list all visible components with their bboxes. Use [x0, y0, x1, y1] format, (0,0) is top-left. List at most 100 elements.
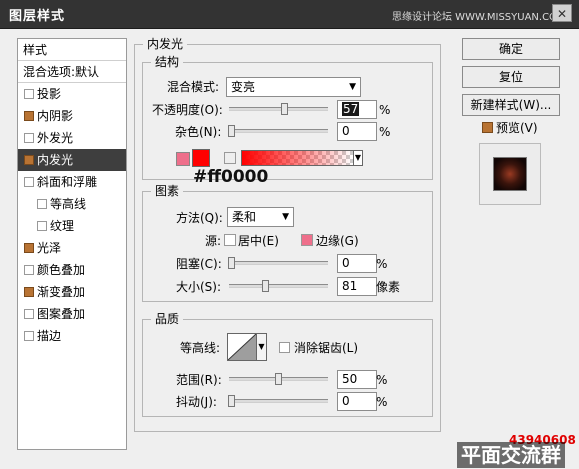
style-checkbox[interactable] [24, 309, 34, 319]
style-list-item-label: 光泽 [37, 241, 62, 255]
contour-label: 等高线: [180, 341, 221, 355]
choke-value: 0 [342, 256, 350, 270]
style-list-item[interactable]: 等高线 [18, 193, 126, 215]
noise-input[interactable]: 0 [337, 122, 377, 141]
style-checkbox[interactable] [37, 199, 47, 209]
style-checkbox[interactable] [24, 155, 34, 165]
title-bar: 图层样式 思缘设计论坛 WWW.MISSYUAN.COM ✕ [0, 0, 579, 29]
style-list-item[interactable]: 内发光 [18, 149, 126, 171]
size-slider-thumb[interactable] [262, 280, 269, 292]
preview-checkbox[interactable] [482, 122, 493, 133]
size-slider[interactable] [229, 280, 328, 292]
style-list-item-label: 斜面和浮雕 [37, 175, 98, 189]
center-radio[interactable] [224, 234, 236, 246]
opacity-value: 57 [342, 102, 360, 116]
size-input[interactable]: 81 [337, 277, 377, 296]
style-list-item-label: 外发光 [37, 131, 74, 145]
noise-unit: % [379, 125, 391, 139]
style-list-item-label: 投影 [37, 87, 62, 101]
glow-color-swatch[interactable] [192, 149, 210, 167]
jitter-label: 抖动(J): [176, 395, 217, 409]
style-list-item[interactable]: 颜色叠加 [18, 259, 126, 281]
style-checkbox[interactable] [24, 89, 34, 99]
noise-value: 0 [342, 124, 350, 138]
style-list-item[interactable]: 图案叠加 [18, 303, 126, 325]
antialias-checkbox[interactable] [279, 342, 290, 353]
style-list-item-label: 颜色叠加 [37, 263, 86, 277]
style-list-item-label: 内阴影 [37, 109, 74, 123]
contour-curve-icon [228, 334, 256, 360]
blend-mode-value: 变亮 [231, 80, 256, 94]
close-icon[interactable]: ✕ [552, 4, 572, 22]
choke-label: 阻塞(C): [176, 257, 222, 271]
style-checkbox[interactable] [24, 133, 34, 143]
style-checkbox[interactable] [24, 331, 34, 341]
range-slider[interactable] [229, 373, 328, 385]
solid-color-radio[interactable] [176, 152, 190, 166]
noise-label: 杂色(N): [175, 125, 222, 139]
chevron-down-icon: ▼ [282, 212, 289, 222]
gradient-dropdown-icon[interactable]: ▼ [353, 150, 363, 166]
method-select[interactable]: 柔和 ▼ [227, 207, 294, 227]
choke-slider-thumb[interactable] [228, 257, 235, 269]
opacity-unit: % [379, 103, 391, 117]
new-style-button[interactable]: 新建样式(W)... [462, 94, 560, 116]
range-value: 50 [342, 372, 358, 386]
style-checkbox[interactable] [24, 177, 34, 187]
opacity-slider[interactable] [229, 103, 328, 115]
styles-header[interactable]: 样式 [18, 39, 126, 61]
gradient-radio[interactable] [224, 152, 236, 164]
style-list-item[interactable]: 投影 [18, 83, 126, 105]
ok-button[interactable]: 确定 [462, 38, 560, 60]
style-checkbox[interactable] [24, 111, 34, 121]
edge-radio[interactable] [301, 234, 313, 246]
structure-title: 结构 [151, 55, 184, 69]
style-checkbox[interactable] [24, 287, 34, 297]
range-unit: % [376, 373, 388, 387]
contour-dropdown-icon[interactable]: ▼ [257, 333, 267, 361]
style-list-item[interactable]: 光泽 [18, 237, 126, 259]
style-list-item-label: 等高线 [50, 197, 87, 211]
style-list-item[interactable]: 描边 [18, 325, 126, 347]
range-label: 范围(R): [176, 373, 222, 387]
opacity-slider-thumb[interactable] [281, 103, 288, 115]
noise-slider-thumb[interactable] [228, 125, 235, 137]
blend-mode-select[interactable]: 变亮 ▼ [226, 77, 361, 97]
style-checkbox[interactable] [37, 221, 47, 231]
antialias-label: 消除锯齿(L) [294, 341, 359, 355]
style-list-item[interactable]: 内阴影 [18, 105, 126, 127]
gradient-picker[interactable] [241, 150, 354, 166]
style-list-item[interactable]: 渐变叠加 [18, 281, 126, 303]
style-checkbox[interactable] [24, 265, 34, 275]
blending-options-item[interactable]: 混合选项:默认 [18, 61, 126, 83]
style-list: 样式 混合选项:默认 投影内阴影外发光内发光斜面和浮雕等高线纹理光泽颜色叠加渐变… [17, 38, 127, 450]
jitter-slider-thumb[interactable] [228, 395, 235, 407]
range-slider-thumb[interactable] [275, 373, 282, 385]
preview-thumbnail [493, 157, 527, 191]
style-list-item[interactable]: 斜面和浮雕 [18, 171, 126, 193]
range-input[interactable]: 50 [337, 370, 377, 389]
jitter-input[interactable]: 0 [337, 392, 377, 411]
opacity-input[interactable]: 57 [337, 100, 377, 119]
style-list-item[interactable]: 外发光 [18, 127, 126, 149]
contour-picker[interactable] [227, 333, 257, 361]
quality-title: 品质 [151, 312, 184, 326]
style-list-item-label: 图案叠加 [37, 307, 86, 321]
style-list-item[interactable]: 纹理 [18, 215, 126, 237]
site-watermark: 思缘设计论坛 WWW.MISSYUAN.COM [392, 12, 566, 23]
choke-input[interactable]: 0 [337, 254, 377, 273]
preview-box [479, 143, 541, 205]
elements-title: 图素 [151, 184, 184, 198]
noise-slider[interactable] [228, 125, 328, 137]
reset-button[interactable]: 复位 [462, 66, 560, 88]
style-list-item-label: 纹理 [50, 219, 75, 233]
style-list-item-label: 内发光 [37, 153, 74, 167]
inner-glow-title: 内发光 [143, 37, 188, 51]
size-unit: 像素 [376, 280, 401, 294]
choke-unit: % [376, 257, 388, 271]
size-label: 大小(S): [176, 280, 222, 294]
choke-slider[interactable] [228, 257, 328, 269]
jitter-slider[interactable] [228, 395, 328, 407]
style-checkbox[interactable] [24, 243, 34, 253]
edge-label: 边缘(G) [316, 234, 359, 248]
